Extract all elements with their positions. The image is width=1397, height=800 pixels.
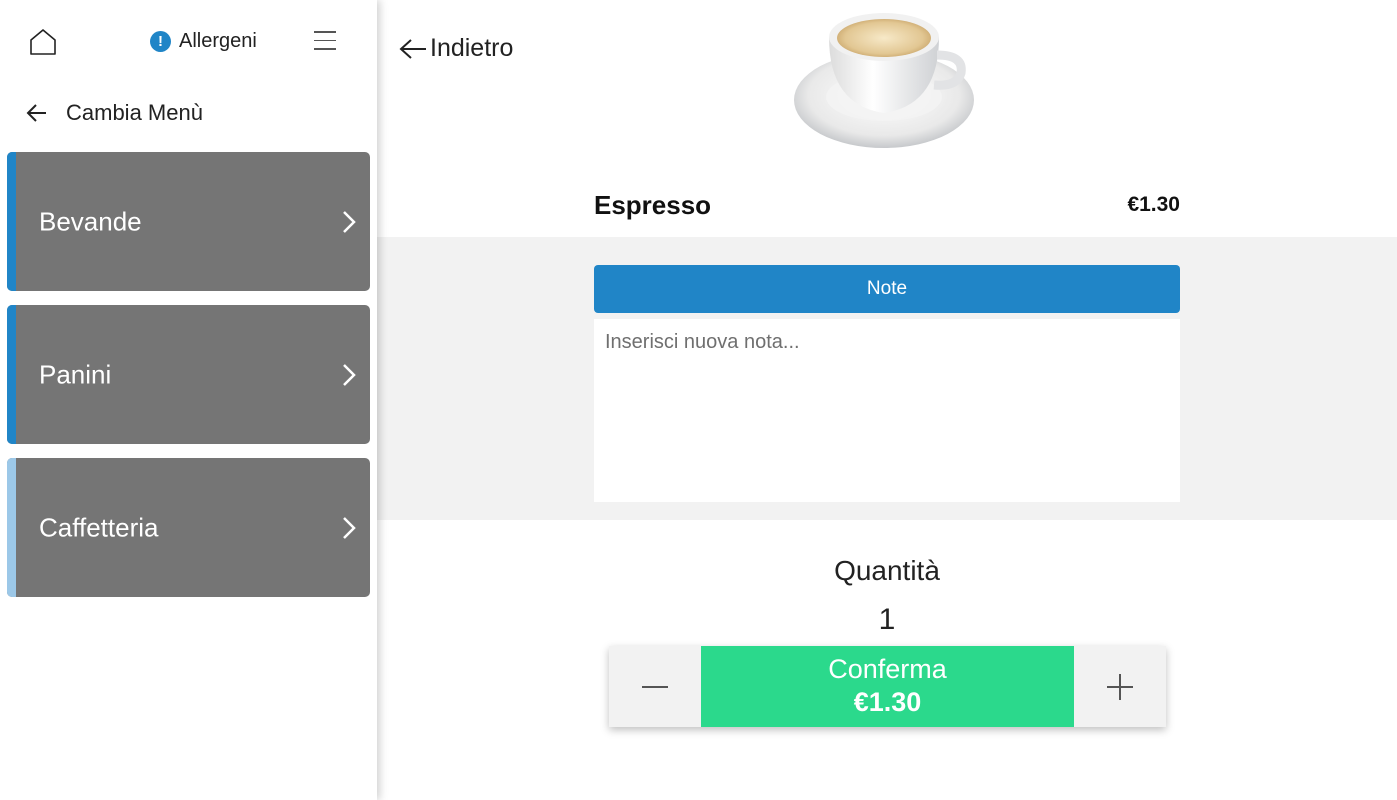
change-menu-label: Cambia Menù <box>66 100 203 125</box>
plus-icon <box>1107 673 1133 700</box>
home-icon[interactable] <box>28 27 58 57</box>
espresso-cup-image <box>794 13 974 148</box>
confirm-label: Conferma <box>828 654 947 684</box>
arrow-left-icon <box>399 38 426 59</box>
change-menu-button[interactable]: Cambia Menù <box>26 100 203 126</box>
note-button[interactable]: Note <box>594 265 1180 313</box>
category-accent <box>7 305 16 444</box>
sidebar: ! Allergeni Cambia Menù Bevande Panini C… <box>0 0 377 800</box>
arrow-left-icon <box>26 104 46 122</box>
product-detail: Indietro Espresso €1.30 Note Inserisci n… <box>377 0 1397 800</box>
confirm-price: €1.30 <box>853 687 922 717</box>
product-price: €1.30 <box>1127 193 1180 216</box>
category-label: Bevande <box>39 206 142 236</box>
minus-icon <box>642 685 668 688</box>
chevron-right-icon <box>343 516 356 539</box>
category-bevande[interactable]: Bevande <box>7 152 370 291</box>
category-caffetteria[interactable]: Caffetteria <box>7 458 370 597</box>
category-label: Panini <box>39 359 112 389</box>
chevron-right-icon <box>343 363 356 386</box>
category-accent <box>7 152 16 291</box>
chevron-right-icon <box>343 210 356 233</box>
allergeni-label: Allergeni <box>179 30 257 52</box>
back-button[interactable]: Indietro <box>398 34 513 63</box>
category-panini[interactable]: Panini <box>7 305 370 444</box>
decrease-quantity-button[interactable] <box>609 646 701 727</box>
back-label: Indietro <box>430 34 514 62</box>
quantity-stepper: Conferma €1.30 <box>609 646 1166 727</box>
note-textarea[interactable] <box>594 319 1180 502</box>
category-label: Caffetteria <box>39 512 159 542</box>
note-section: Note <box>377 237 1397 520</box>
category-accent <box>7 458 16 597</box>
increase-quantity-button[interactable] <box>1074 646 1166 727</box>
allergeni-link[interactable]: ! Allergeni <box>150 30 257 53</box>
quantity-value: 1 <box>878 603 896 636</box>
hamburger-menu-icon[interactable] <box>314 31 336 53</box>
quantity-label: Quantità <box>834 555 940 586</box>
product-name: Espresso <box>594 190 712 220</box>
alert-icon: ! <box>150 31 171 52</box>
confirm-button[interactable]: Conferma €1.30 <box>701 646 1074 727</box>
